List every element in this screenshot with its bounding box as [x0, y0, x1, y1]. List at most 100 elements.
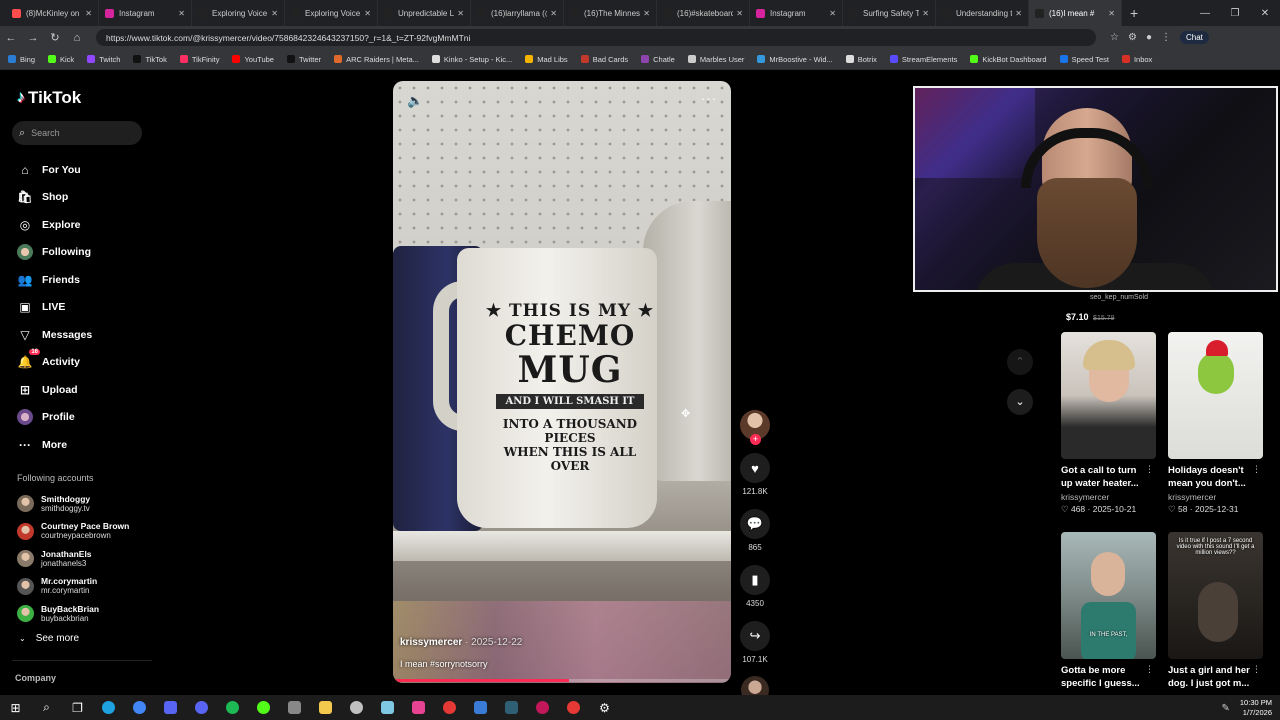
card-more-icon[interactable]: ⋮ [1145, 464, 1154, 475]
folder-icon[interactable] [310, 695, 341, 720]
previous-video-button[interactable]: ⌃ [1007, 349, 1033, 375]
more-options-icon[interactable]: ··· [701, 91, 717, 106]
sidebar-item-messages[interactable]: ▽ Messages [17, 321, 92, 349]
app-icon[interactable] [341, 695, 372, 720]
browser-tab[interactable]: Instagram ✕ [750, 0, 843, 26]
chat-button[interactable]: Chat [1179, 31, 1209, 44]
app-icon[interactable] [527, 695, 558, 720]
comment-icon[interactable]: 💬 [740, 509, 770, 539]
bookmark-item[interactable]: TikTok [133, 55, 167, 64]
tab-close-icon[interactable]: ✕ [643, 9, 650, 18]
bookmark-item[interactable]: Kick [48, 55, 74, 64]
sidebar-item-friends[interactable]: 👥 Friends [17, 266, 92, 294]
tiktok-logo[interactable]: ♪ TikTok [17, 88, 81, 108]
card-more-icon[interactable]: ⋮ [1145, 664, 1154, 675]
bookmark-star-icon[interactable]: ☆ [1110, 32, 1119, 43]
bookmark-item[interactable]: KickBot Dashboard [970, 55, 1047, 64]
sidebar-item-activity[interactable]: 🔔 16 Activity [17, 349, 92, 377]
recommended-video-card[interactable]: Holidays doesn't mean you don't... ⋮ kri… [1168, 332, 1263, 515]
video-author[interactable]: krissymercer · 2025-12-22 [400, 637, 522, 648]
app-icon[interactable] [248, 695, 279, 720]
recommended-video-card[interactable]: IN THE PAST, Gotta be more specific I gu… [1061, 532, 1156, 690]
following-account[interactable]: BuyBackBrian buybackbrian [17, 600, 129, 628]
maximize-button[interactable]: ❐ [1220, 8, 1250, 19]
bookmark-item[interactable]: Botrix [845, 55, 877, 64]
video-thumbnail[interactable] [1168, 332, 1263, 459]
search-input[interactable]: ⌕ Search [12, 121, 142, 145]
bookmark-item[interactable]: Bing [8, 55, 35, 64]
card-more-icon[interactable]: ⋮ [1252, 464, 1261, 475]
bookmark-item[interactable]: StreamElements [889, 55, 957, 64]
browser-tab[interactable]: Understanding th ✕ [936, 0, 1029, 26]
following-account[interactable]: Courtney Pace Brown courtneypacebrown [17, 518, 129, 546]
home-icon[interactable]: ⌂ [66, 32, 88, 44]
sidebar-item-upload[interactable]: ⊞ Upload [17, 376, 92, 404]
heart-icon[interactable]: ♥ [740, 453, 770, 483]
next-video-button[interactable]: ⌄ [1007, 389, 1033, 415]
bookmark-item[interactable]: Chatle [641, 55, 675, 64]
tab-close-icon[interactable]: ✕ [736, 9, 743, 18]
sidebar-item-live[interactable]: ▣ LIVE [17, 294, 92, 322]
app-icon[interactable] [496, 695, 527, 720]
following-account[interactable]: Smithdoggy smithdoggy.tv [17, 490, 129, 518]
browser-tab[interactable]: Surfing Safety Tip✕ [843, 0, 936, 26]
clock[interactable]: 10:30 PM 1/7/2026 [1240, 698, 1272, 718]
tab-close-icon[interactable]: ✕ [1015, 9, 1022, 18]
bookmark-item[interactable]: Marbles User [687, 55, 744, 64]
sidebar-item-shop[interactable]: 🛍 Shop [17, 184, 92, 212]
profile-avatar[interactable]: ● [1146, 32, 1152, 43]
back-icon[interactable]: ← [0, 32, 22, 44]
recommended-video-card[interactable]: Is it true if I post a 7 second video wi… [1168, 532, 1263, 690]
browser-tab[interactable]: (8)McKinley on K ✕ [6, 0, 99, 26]
volume-icon[interactable]: 🔈 [407, 93, 423, 109]
see-more-button[interactable]: ⌄ See more [19, 633, 79, 644]
bookmark-item[interactable]: Twitter [286, 55, 321, 64]
tab-close-icon[interactable]: ✕ [85, 9, 92, 18]
video-progress-bar[interactable] [393, 679, 731, 682]
author-avatar[interactable]: + [740, 410, 770, 445]
pen-icon[interactable]: ✎ [1222, 703, 1230, 714]
app-icon[interactable] [465, 695, 496, 720]
spotify-icon[interactable] [217, 695, 248, 720]
app-icon[interactable] [372, 695, 403, 720]
bookmark-item[interactable]: Kinko - Setup - Kic... [431, 55, 512, 64]
following-account[interactable]: Mr.corymartin mr.corymartin [17, 573, 129, 601]
minimize-button[interactable]: — [1190, 8, 1220, 19]
bookmark-item[interactable]: MrBoostive - Wid... [757, 55, 833, 64]
share-icon[interactable]: ↪ [740, 621, 770, 651]
sidebar-item-following[interactable]: Following [17, 239, 92, 267]
bookmark-item[interactable]: Inbox [1121, 55, 1152, 64]
app-icon[interactable] [279, 695, 310, 720]
browser-tab[interactable]: (16)larryllama (@ ✕ [471, 0, 564, 26]
tab-close-icon[interactable]: ✕ [457, 9, 464, 18]
forward-icon[interactable]: → [22, 32, 44, 44]
sidebar-item-profile[interactable]: Profile [17, 404, 92, 432]
app-icon[interactable] [403, 695, 434, 720]
video-player[interactable]: ★ THIS IS MY ★ CHEMO MUG AND I WILL SMAS… [393, 81, 731, 683]
bookmark-item[interactable]: Speed Test [1059, 55, 1109, 64]
card-more-icon[interactable]: ⋮ [1252, 664, 1261, 675]
menu-icon[interactable]: ⋮ [1161, 32, 1171, 43]
windows-start-icon[interactable]: ⊞ [0, 695, 31, 720]
tab-close-icon[interactable]: ✕ [178, 9, 185, 18]
browser-tab[interactable]: (16)I mean # ✕ [1029, 0, 1122, 26]
browser-tab[interactable]: Exploring Voice A ✕ [285, 0, 378, 26]
tab-close-icon[interactable]: ✕ [1108, 9, 1115, 18]
new-tab-button[interactable]: + [1130, 5, 1138, 21]
tab-close-icon[interactable]: ✕ [550, 9, 557, 18]
browser-tab[interactable]: (16)#skateboardi ✕ [657, 0, 750, 26]
tab-close-icon[interactable]: ✕ [922, 9, 929, 18]
browser-tab[interactable]: (16)The Minneso ✕ [564, 0, 657, 26]
edge-icon[interactable] [93, 695, 124, 720]
browser-tab[interactable]: Exploring Voice A ✕ [192, 0, 285, 26]
video-thumbnail[interactable]: Is it true if I post a 7 second video wi… [1168, 532, 1263, 659]
bookmark-icon[interactable]: ▮ [740, 565, 770, 595]
following-account[interactable]: JonathanEls jonathanels3 [17, 545, 129, 573]
bookmark-item[interactable]: Twitch [87, 55, 120, 64]
video-thumbnail[interactable] [1061, 332, 1156, 459]
tab-close-icon[interactable]: ✕ [829, 9, 836, 18]
bookmark-item[interactable]: Mad Libs [525, 55, 568, 64]
bookmark-item[interactable]: ARC Raiders | Meta... [334, 55, 419, 64]
chrome-icon[interactable] [124, 695, 155, 720]
url-field[interactable]: https://www.tiktok.com/@krissymercer/vid… [96, 29, 1096, 46]
